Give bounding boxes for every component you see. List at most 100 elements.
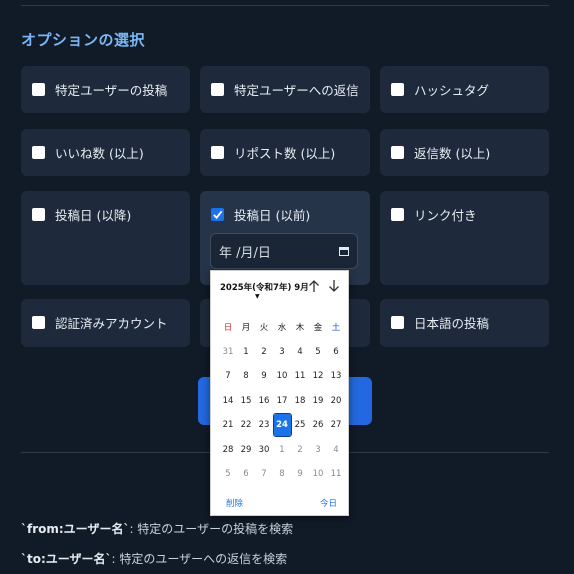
- option-card-hashtag[interactable]: ハッシュタグ: [380, 66, 549, 113]
- option-card-user-posts[interactable]: 特定ユーザーの投稿: [21, 66, 190, 113]
- calendar-day[interactable]: 7: [219, 371, 237, 381]
- weekday-label: 土: [331, 323, 341, 334]
- calendar-day[interactable]: 11: [327, 469, 345, 479]
- option-label: リンク付き: [414, 208, 477, 223]
- calendar-day[interactable]: 23: [255, 420, 273, 430]
- option-label: 特定ユーザーへの返信: [234, 83, 359, 98]
- calendar-day[interactable]: 22: [237, 420, 255, 430]
- weekday-label: 金: [313, 323, 323, 334]
- calendar-day[interactable]: 9: [255, 371, 273, 381]
- option-label: 返信数 (以上): [414, 146, 491, 161]
- checkbox[interactable]: [32, 83, 45, 96]
- calendar-day[interactable]: 12: [309, 371, 327, 381]
- weekday-header: 日月火水木金土: [219, 315, 345, 340]
- checkbox[interactable]: [211, 146, 224, 159]
- help-code: `from:ユーザー名`: [21, 522, 130, 536]
- calendar-week: 5 6 7 8 9 10 11: [219, 462, 345, 487]
- calendar-day[interactable]: 27: [327, 420, 345, 430]
- help-text: : 特定のユーザーの投稿を検索: [129, 522, 294, 536]
- weekday-label: 木: [295, 323, 305, 334]
- option-label: いいね数 (以上): [55, 146, 144, 161]
- calendar-day[interactable]: 6: [237, 469, 255, 479]
- calendar-day[interactable]: 26: [309, 420, 327, 430]
- calendar-day[interactable]: 10: [309, 469, 327, 479]
- calendar-day[interactable]: 5: [309, 347, 327, 357]
- calendar-day[interactable]: 11: [291, 371, 309, 381]
- help-to: `to:ユーザー名`: 特定のユーザーへの返信を検索: [21, 550, 287, 567]
- option-card-likes[interactable]: いいね数 (以上): [21, 129, 190, 176]
- help-text: : 特定のユーザーへの返信を検索: [111, 552, 288, 566]
- calendar-day[interactable]: 10: [273, 371, 291, 381]
- calendar-day[interactable]: 25: [291, 420, 309, 430]
- until-date-input[interactable]: 年 /月/日: [210, 233, 358, 269]
- calendar-day[interactable]: 30: [255, 445, 273, 455]
- calendar-day[interactable]: 13: [327, 371, 345, 381]
- calendar-day[interactable]: 29: [237, 445, 255, 455]
- calendar-day[interactable]: 3: [273, 347, 291, 357]
- calendar-week: 14 15 16 17 18 19 20: [219, 389, 345, 414]
- calendar-day[interactable]: 15: [237, 396, 255, 406]
- calendar-day[interactable]: 7: [255, 469, 273, 479]
- checkbox[interactable]: [211, 83, 224, 96]
- weekday-label: 日: [223, 323, 233, 334]
- checkbox[interactable]: [391, 83, 404, 96]
- calendar-day[interactable]: 14: [219, 396, 237, 406]
- checkbox-checked[interactable]: [211, 208, 224, 221]
- option-label: 特定ユーザーの投稿: [55, 83, 168, 98]
- calendar-day[interactable]: 1: [273, 445, 291, 455]
- option-label: ハッシュタグ: [414, 83, 490, 98]
- help-code: `to:ユーザー名`: [21, 552, 112, 566]
- option-card-since[interactable]: 投稿日 (以降): [21, 191, 190, 285]
- calendar-day[interactable]: 16: [255, 396, 273, 406]
- calendar-day[interactable]: 8: [237, 371, 255, 381]
- checkbox[interactable]: [32, 316, 45, 329]
- date-picker-popup[interactable]: 2025年(令和7年) 9月 ▼ 日月火水木金土 31 1 2 3 4 5 6 7 8 9 10 11 1…: [210, 270, 349, 516]
- section-title: オプションの選択: [21, 31, 146, 49]
- calendar-day[interactable]: 4: [327, 445, 345, 455]
- arrow-up-icon[interactable]: [307, 279, 321, 293]
- calendar-day[interactable]: 1: [237, 347, 255, 357]
- calendar-week: 21 22 23 24 25 26 27: [219, 413, 345, 438]
- calendar-day-today[interactable]: 24: [272, 413, 292, 438]
- checkbox[interactable]: [32, 146, 45, 159]
- calendar-day[interactable]: 8: [273, 469, 291, 479]
- option-card-japanese[interactable]: 日本語の投稿: [380, 299, 549, 347]
- calendar-day[interactable]: 20: [327, 396, 345, 406]
- checkbox[interactable]: [391, 146, 404, 159]
- option-label: 認証済みアカウント: [55, 316, 168, 331]
- calendar-day[interactable]: 4: [291, 347, 309, 357]
- calendar-icon[interactable]: [339, 246, 349, 256]
- option-card-replies[interactable]: 返信数 (以上): [380, 129, 549, 176]
- calendar-day[interactable]: 2: [255, 347, 273, 357]
- weekday-label: 火: [259, 323, 269, 334]
- calendar-day[interactable]: 19: [309, 396, 327, 406]
- weekday-label: 月: [241, 323, 251, 334]
- calendar-day[interactable]: 3: [309, 445, 327, 455]
- option-label: 日本語の投稿: [414, 316, 490, 331]
- help-from: `from:ユーザー名`: 特定のユーザーの投稿を検索: [21, 520, 293, 537]
- check-icon: [213, 210, 223, 220]
- calendar-day[interactable]: 6: [327, 347, 345, 357]
- option-card-user-replies[interactable]: 特定ユーザーへの返信: [200, 66, 370, 113]
- clear-button[interactable]: 削除: [226, 497, 243, 509]
- checkbox[interactable]: [391, 208, 404, 221]
- month-year-selector[interactable]: 2025年(令和7年) 9月: [220, 281, 309, 293]
- option-card-links[interactable]: リンク付き: [380, 191, 549, 285]
- caret-down-icon[interactable]: ▼: [255, 293, 260, 300]
- calendar-day[interactable]: 9: [291, 469, 309, 479]
- calendar-day[interactable]: 2: [291, 445, 309, 455]
- calendar-day[interactable]: 31: [219, 347, 237, 357]
- arrow-down-icon[interactable]: [327, 279, 341, 293]
- calendar-day[interactable]: 28: [219, 445, 237, 455]
- checkbox[interactable]: [32, 208, 45, 221]
- calendar-day[interactable]: 5: [219, 469, 237, 479]
- calendar-day[interactable]: 17: [273, 396, 291, 406]
- calendar-day[interactable]: 21: [219, 420, 237, 430]
- calendar-week: 7 8 9 10 11 12 13: [219, 364, 345, 389]
- calendar-day[interactable]: 18: [291, 396, 309, 406]
- option-card-reposts[interactable]: リポスト数 (以上): [200, 129, 370, 176]
- calendar-week: 28 29 30 1 2 3 4: [219, 438, 345, 463]
- option-card-verified[interactable]: 認証済みアカウント: [21, 299, 190, 347]
- today-button[interactable]: 今日: [320, 497, 337, 509]
- checkbox[interactable]: [391, 316, 404, 329]
